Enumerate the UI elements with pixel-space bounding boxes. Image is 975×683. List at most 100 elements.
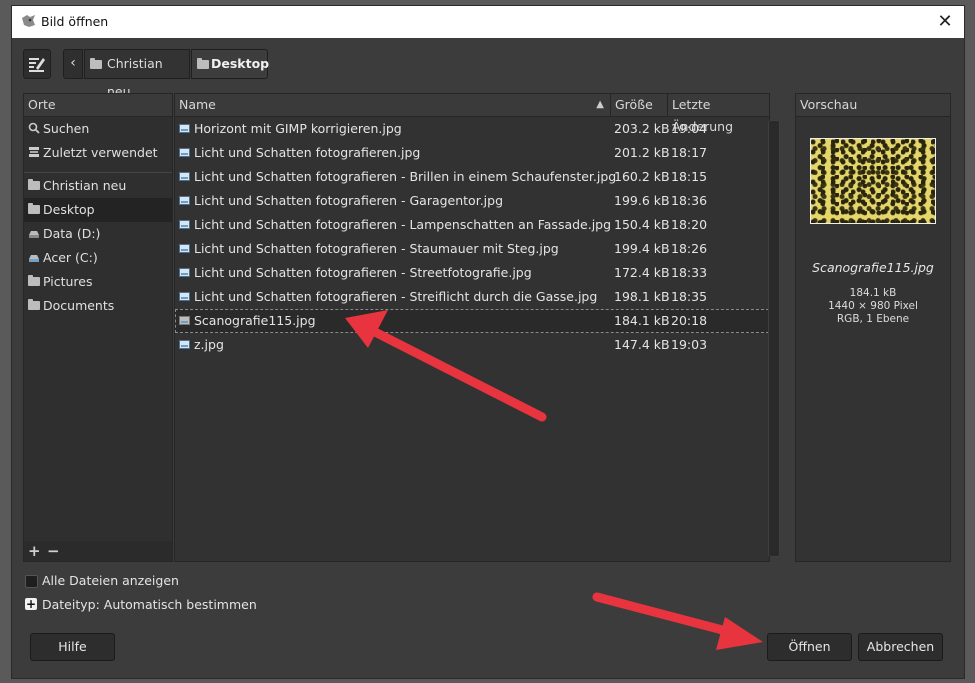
sidebar-item-label: Desktop bbox=[43, 202, 95, 217]
sidebar-item-christian-neu[interactable]: Christian neu bbox=[24, 174, 172, 198]
preview-color-mode: RGB, 1 Ebene bbox=[836, 313, 910, 325]
file-name: Scanografie115.jpg bbox=[194, 313, 316, 328]
file-size: 199.4 kB bbox=[614, 241, 670, 256]
file-row-selected[interactable]: Scanografie115.jpg 184.1 kB 20:18 bbox=[175, 309, 769, 333]
image-file-icon bbox=[179, 172, 190, 181]
filetype-expander-label[interactable]: Dateityp: Automatisch bestimmen bbox=[42, 597, 257, 612]
file-name: Licht und Schatten fotografieren.jpg bbox=[194, 145, 421, 160]
folder-icon bbox=[90, 58, 102, 69]
window-title: Bild öffnen bbox=[41, 14, 109, 29]
open-button[interactable]: Öffnen bbox=[767, 633, 852, 661]
file-modified: 18:20 bbox=[671, 217, 708, 232]
sidebar-item-data-d[interactable]: Data (D:) bbox=[24, 222, 172, 246]
file-list-scrollbar[interactable] bbox=[768, 120, 780, 557]
file-name: Licht und Schatten fotografieren - Strei… bbox=[194, 289, 598, 304]
add-bookmark-button[interactable]: + bbox=[28, 542, 41, 560]
file-row[interactable]: Licht und Schatten fotografieren - Stree… bbox=[175, 261, 769, 285]
column-header-size[interactable]: Größe bbox=[611, 94, 668, 116]
sidebar-item-search[interactable]: Suchen bbox=[24, 117, 172, 141]
gimp-app-icon bbox=[22, 15, 35, 27]
image-file-icon bbox=[179, 244, 190, 253]
file-size: 150.4 kB bbox=[614, 217, 670, 232]
preview-dimensions: 1440 × 980 Pixel bbox=[828, 300, 918, 312]
remove-bookmark-button[interactable]: − bbox=[47, 542, 60, 560]
image-file-icon bbox=[179, 316, 190, 325]
folder-icon bbox=[28, 275, 40, 286]
image-file-icon bbox=[179, 340, 190, 349]
file-modified: 19:04 bbox=[671, 121, 708, 136]
breadcrumb-back-button[interactable]: ‹ bbox=[63, 49, 83, 79]
file-list-header: Name ▲ Größe Letzte Änderung bbox=[175, 94, 769, 134]
column-header-name[interactable]: Name ▲ bbox=[175, 94, 611, 116]
file-row[interactable]: Licht und Schatten fotografieren - Lampe… bbox=[175, 213, 769, 237]
file-list: Name ▲ Größe Letzte Änderung Horizont mi… bbox=[174, 93, 770, 562]
search-icon bbox=[28, 122, 40, 134]
image-file-icon bbox=[179, 148, 190, 157]
sidebar-item-label: Christian neu bbox=[43, 178, 127, 193]
sidebar-separator bbox=[24, 172, 172, 173]
breadcrumb-christian-neu[interactable]: Christian neu bbox=[84, 49, 190, 99]
file-modified: 18:17 bbox=[671, 145, 708, 160]
column-header-modified[interactable]: Letzte Änderung bbox=[668, 94, 769, 134]
preview-filename: Scanografie115.jpg bbox=[812, 260, 934, 275]
image-file-icon bbox=[179, 124, 190, 133]
file-modified: 18:33 bbox=[671, 265, 708, 280]
cancel-button[interactable]: Abbrechen bbox=[858, 633, 943, 661]
file-size: 184.1 kB bbox=[614, 313, 670, 328]
file-modified: 18:35 bbox=[671, 289, 708, 304]
sidebar-item-desktop[interactable]: Desktop bbox=[24, 198, 172, 222]
show-all-files-label: Alle Dateien anzeigen bbox=[42, 573, 179, 588]
filetype-expander-icon[interactable]: + bbox=[25, 598, 37, 610]
file-row[interactable]: Licht und Schatten fotografieren - Brill… bbox=[175, 165, 769, 189]
edit-location-icon bbox=[29, 58, 45, 72]
file-name: Licht und Schatten fotografieren - Garag… bbox=[194, 193, 504, 208]
help-button[interactable]: Hilfe bbox=[30, 633, 115, 661]
file-row[interactable]: Licht und Schatten fotografieren - Strei… bbox=[175, 285, 769, 309]
sidebar-item-pictures[interactable]: Pictures bbox=[24, 270, 172, 294]
file-size: 172.4 kB bbox=[614, 265, 670, 280]
sidebar-item-acer-c[interactable]: Acer (C:) bbox=[24, 246, 172, 270]
file-row[interactable]: z.jpg 147.4 kB 19:03 bbox=[175, 333, 769, 357]
type-location-button[interactable] bbox=[23, 49, 51, 79]
file-size: 198.1 kB bbox=[614, 289, 670, 304]
column-header-label: Größe bbox=[615, 97, 653, 112]
drive-icon bbox=[29, 255, 39, 262]
file-size: 199.6 kB bbox=[614, 193, 670, 208]
file-row[interactable]: Licht und Schatten fotografieren.jpg 201… bbox=[175, 141, 769, 165]
file-name: Licht und Schatten fotografieren - Stree… bbox=[194, 265, 532, 280]
image-file-icon bbox=[179, 292, 190, 301]
open-image-dialog: Bild öffnen ✕ ‹ Christian neu Desktop Or… bbox=[11, 5, 965, 679]
sidebar-item-label: Acer (C:) bbox=[43, 250, 98, 265]
show-all-files-checkbox[interactable] bbox=[25, 575, 38, 588]
preview-thumbnail bbox=[810, 138, 936, 224]
sidebar-item-label: Documents bbox=[43, 298, 115, 313]
drive-icon bbox=[29, 231, 39, 238]
folder-icon bbox=[28, 179, 40, 190]
places-header: Orte bbox=[24, 94, 172, 117]
breadcrumb-label: Desktop bbox=[211, 56, 270, 71]
preview-header: Vorschau bbox=[796, 94, 950, 117]
file-row[interactable]: Horizont mit GIMP korrigieren.jpg 203.2 … bbox=[175, 117, 769, 141]
folder-icon bbox=[197, 58, 209, 69]
preview-filesize: 184.1 kB bbox=[849, 287, 897, 299]
preview-panel: Vorschau Scanografie115.jpg 184.1 kB 144… bbox=[795, 93, 951, 562]
places-toolbar: + − bbox=[24, 541, 172, 561]
file-row[interactable]: Licht und Schatten fotografieren - Staum… bbox=[175, 237, 769, 261]
sidebar-item-documents[interactable]: Documents bbox=[24, 294, 172, 318]
sort-ascending-icon: ▲ bbox=[596, 99, 604, 110]
file-modified: 19:03 bbox=[671, 337, 708, 352]
file-size: 160.2 kB bbox=[614, 169, 670, 184]
file-name: Licht und Schatten fotografieren - Staum… bbox=[194, 241, 559, 256]
file-name: Licht und Schatten fotografieren - Lampe… bbox=[194, 217, 612, 232]
image-file-icon bbox=[179, 268, 190, 277]
file-name: Horizont mit GIMP korrigieren.jpg bbox=[194, 121, 402, 136]
file-row[interactable]: Licht und Schatten fotografieren - Garag… bbox=[175, 189, 769, 213]
sidebar-item-recent[interactable]: Zuletzt verwendet bbox=[24, 141, 172, 165]
places-sidebar: Orte Suchen Zuletzt verwendet Christian … bbox=[23, 93, 173, 562]
title-bar: Bild öffnen ✕ bbox=[12, 6, 964, 38]
file-size: 203.2 kB bbox=[614, 121, 670, 136]
file-modified: 18:36 bbox=[671, 193, 708, 208]
breadcrumb-desktop[interactable]: Desktop bbox=[191, 49, 270, 79]
close-button[interactable]: ✕ bbox=[926, 6, 964, 38]
sidebar-item-label: Data (D:) bbox=[43, 226, 101, 241]
